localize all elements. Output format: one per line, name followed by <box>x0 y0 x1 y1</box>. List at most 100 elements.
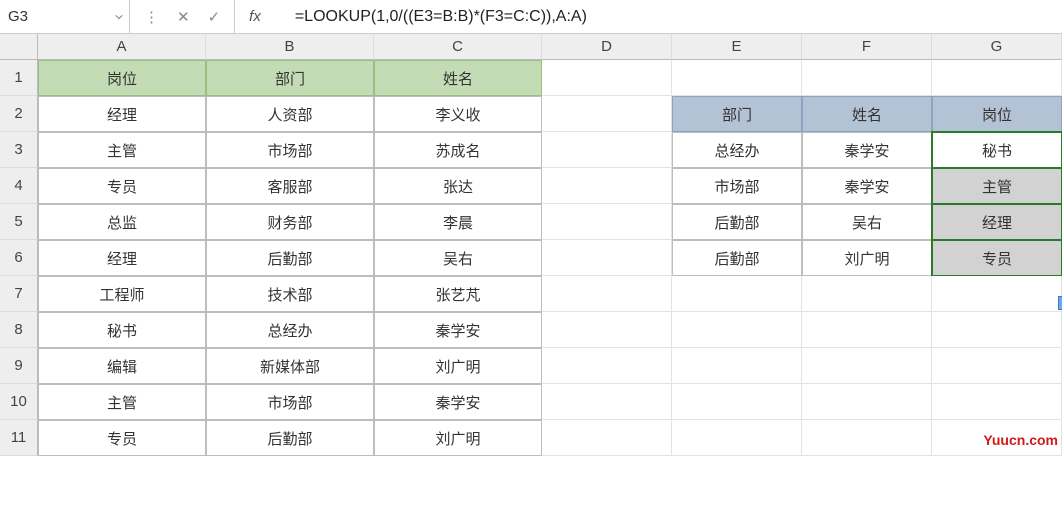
cell[interactable]: 秦学安 <box>802 132 932 168</box>
select-all-corner[interactable] <box>0 34 38 60</box>
cell-selected[interactable]: 经理 <box>932 204 1062 240</box>
cell[interactable] <box>542 132 672 168</box>
cell[interactable] <box>542 240 672 276</box>
cell[interactable] <box>932 312 1062 348</box>
cell[interactable]: 市场部 <box>206 384 374 420</box>
cell[interactable]: 吴右 <box>802 204 932 240</box>
row-header[interactable]: 10 <box>0 384 38 420</box>
cell[interactable]: 后勤部 <box>206 420 374 456</box>
col-header[interactable]: E <box>672 34 802 60</box>
row-header[interactable]: 4 <box>0 168 38 204</box>
cell[interactable]: 后勤部 <box>672 204 802 240</box>
cell[interactable]: 秦学安 <box>802 168 932 204</box>
cell[interactable] <box>802 420 932 456</box>
row-header[interactable]: 7 <box>0 276 38 312</box>
row-header[interactable]: 8 <box>0 312 38 348</box>
cell-selected[interactable]: 专员 <box>932 240 1062 276</box>
cell[interactable] <box>802 60 932 96</box>
cell[interactable] <box>802 348 932 384</box>
cell[interactable]: 主管 <box>38 132 206 168</box>
col-header[interactable]: B <box>206 34 374 60</box>
cell[interactable]: 人资部 <box>206 96 374 132</box>
col-header[interactable]: D <box>542 34 672 60</box>
cell[interactable] <box>542 204 672 240</box>
cell[interactable]: 主管 <box>38 384 206 420</box>
row-header[interactable]: 3 <box>0 132 38 168</box>
row-header[interactable]: 11 <box>0 420 38 456</box>
cell[interactable]: 财务部 <box>206 204 374 240</box>
cell[interactable] <box>802 312 932 348</box>
cell[interactable]: 市场部 <box>672 168 802 204</box>
dropdown-icon[interactable] <box>115 13 123 21</box>
cell[interactable]: 后勤部 <box>672 240 802 276</box>
cell[interactable]: 秘书 <box>38 312 206 348</box>
cancel-icon[interactable]: ✕ <box>177 8 190 26</box>
cell[interactable]: 刘广明 <box>374 420 542 456</box>
cell[interactable]: 新媒体部 <box>206 348 374 384</box>
cell[interactable]: 李义收 <box>374 96 542 132</box>
col-header[interactable]: G <box>932 34 1062 60</box>
cell[interactable] <box>542 348 672 384</box>
expand-icon[interactable]: ⋮ <box>144 8 159 26</box>
cell[interactable] <box>932 348 1062 384</box>
cell[interactable]: 刘广明 <box>802 240 932 276</box>
cell[interactable] <box>672 312 802 348</box>
cell[interactable] <box>672 276 802 312</box>
cell[interactable]: 李晨 <box>374 204 542 240</box>
cell[interactable] <box>542 420 672 456</box>
cell[interactable] <box>932 420 1062 456</box>
cell[interactable] <box>672 60 802 96</box>
row-header[interactable]: 9 <box>0 348 38 384</box>
col-header[interactable]: F <box>802 34 932 60</box>
cell[interactable] <box>672 420 802 456</box>
cell[interactable] <box>542 276 672 312</box>
cell[interactable] <box>932 276 1062 312</box>
cell[interactable] <box>672 348 802 384</box>
cell[interactable]: 张艺芃 <box>374 276 542 312</box>
cell[interactable] <box>542 312 672 348</box>
row-header[interactable]: 1 <box>0 60 38 96</box>
col-header[interactable]: C <box>374 34 542 60</box>
cell[interactable] <box>542 168 672 204</box>
cell-selected[interactable]: 主管 <box>932 168 1062 204</box>
cell[interactable]: 工程师 <box>38 276 206 312</box>
cell-header[interactable]: 部门 <box>672 96 802 132</box>
cell[interactable]: 总经办 <box>206 312 374 348</box>
cell[interactable]: 吴右 <box>374 240 542 276</box>
cell[interactable] <box>542 96 672 132</box>
cell[interactable] <box>542 60 672 96</box>
cell[interactable]: 刘广明 <box>374 348 542 384</box>
cell[interactable] <box>802 384 932 420</box>
cell[interactable]: 后勤部 <box>206 240 374 276</box>
cell[interactable]: 专员 <box>38 168 206 204</box>
cell[interactable]: 总监 <box>38 204 206 240</box>
formula-input[interactable]: =LOOKUP(1,0/((E3=B:B)*(F3=C:C)),A:A) <box>275 8 1062 26</box>
cell[interactable]: 秦学安 <box>374 384 542 420</box>
cell[interactable]: 市场部 <box>206 132 374 168</box>
name-box[interactable]: G3 <box>0 0 130 33</box>
col-header[interactable]: A <box>38 34 206 60</box>
cell-header[interactable]: 部门 <box>206 60 374 96</box>
cell-active[interactable]: 秘书 <box>932 132 1062 168</box>
cell[interactable]: 经理 <box>38 240 206 276</box>
cell[interactable]: 专员 <box>38 420 206 456</box>
cell-header[interactable]: 岗位 <box>932 96 1062 132</box>
cell[interactable]: 张达 <box>374 168 542 204</box>
cell[interactable]: 秦学安 <box>374 312 542 348</box>
cell-header[interactable]: 姓名 <box>802 96 932 132</box>
cell[interactable] <box>542 384 672 420</box>
cell[interactable] <box>932 60 1062 96</box>
cell[interactable]: 苏成名 <box>374 132 542 168</box>
row-header[interactable]: 5 <box>0 204 38 240</box>
cell[interactable]: 经理 <box>38 96 206 132</box>
row-header[interactable]: 2 <box>0 96 38 132</box>
cell-header[interactable]: 岗位 <box>38 60 206 96</box>
row-header[interactable]: 6 <box>0 240 38 276</box>
cell[interactable]: 技术部 <box>206 276 374 312</box>
cell[interactable] <box>672 384 802 420</box>
accept-icon[interactable]: ✓ <box>208 8 221 26</box>
cell[interactable]: 总经办 <box>672 132 802 168</box>
cell[interactable] <box>802 276 932 312</box>
cell-header[interactable]: 姓名 <box>374 60 542 96</box>
side-panel-tab[interactable] <box>1058 296 1062 310</box>
